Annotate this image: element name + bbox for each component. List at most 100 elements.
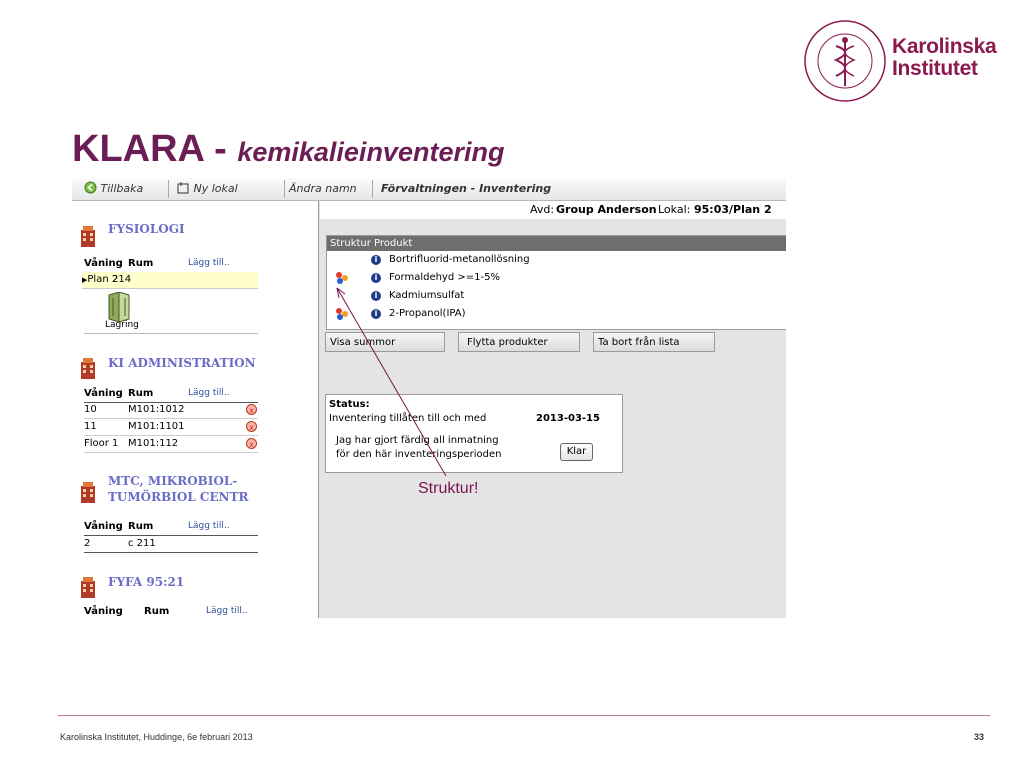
toolbar-divider [372,180,373,198]
show-sums-button[interactable]: Visa summor [325,332,445,352]
window-title: Förvaltningen - Inventering [381,182,552,195]
info-icon[interactable]: i [371,291,381,301]
col-floor: Våning [84,521,123,532]
row-room: M101:1101 [128,421,185,432]
row-room: c 211 [128,538,156,549]
logo-line-2: Institutet [892,57,978,80]
list-item[interactable]: i Formaldehyd >=1-5% [327,269,786,287]
section-ki-administration[interactable]: KI ADMINISTRATION [80,353,320,379]
karolinska-logo: Karolinska Institutet [800,16,1000,106]
list-item[interactable]: i 2-Propanol(IPA) [327,305,786,323]
done-button[interactable]: Klar [560,443,593,461]
structure-molecule-icon[interactable] [336,272,348,284]
row-floor: 2 [84,538,91,549]
location-label: Lokal: [658,203,691,216]
table-row[interactable]: 11 M101:1101 x [84,419,258,436]
row-room: M101:1012 [128,404,185,415]
status-box: Status: Inventering tillåten till och me… [325,394,623,473]
info-icon[interactable]: i [371,309,381,319]
list-header-label: Struktur Produkt [330,238,413,249]
product-name: Kadmiumsulfat [389,290,465,301]
section-fyfa[interactable]: FYFA 95:21 [80,572,320,598]
section-name: FYSIOLOGI [108,222,185,236]
product-name: 2-Propanol(IPA) [389,308,466,319]
back-arrow-icon [84,181,97,194]
row-room: M101:112 [128,438,179,449]
info-icon[interactable]: i [371,273,381,283]
column-header-row: Våning Rum Lägg till.. [84,388,258,403]
list-item[interactable]: i Kadmiumsulfat [327,287,786,305]
allowed-until-label: Inventering tillåten till och med [329,413,487,424]
section-mtc[interactable]: MTC, MIKROBIOL- TUMÖRBIOL CENTR [80,471,320,505]
toolbar: Tillbaka Ny lokal Ändra namn Förvaltning… [72,178,786,201]
section-fysiologi[interactable]: FYSIOLOGI [80,221,320,247]
delete-icon[interactable]: x [246,404,257,415]
row-floor: 10 [84,404,97,415]
info-icon[interactable]: i [371,255,381,265]
rename-button[interactable]: Ändra namn [289,178,357,200]
col-floor: Våning [84,388,123,399]
column-header-row: Våning Rum Lägg till.. [84,258,258,273]
col-room: Rum [128,521,154,532]
section-name-line-2: TUMÖRBIOL CENTR [108,490,249,504]
toolbar-divider [284,180,285,198]
col-floor: Våning [84,258,123,269]
row-room: 214 [112,274,132,285]
add-room-link[interactable]: Lägg till.. [206,606,248,616]
add-room-link[interactable]: Lägg till.. [188,388,230,398]
column-header-row: Våning Rum Lägg till.. [84,606,258,618]
dept-label: Avd: [530,203,555,216]
footer-divider [58,715,990,716]
col-room: Rum [144,606,170,617]
slide-title: KLARA - kemikalieinventering [72,128,504,171]
table-row[interactable]: 10 M101:1012 x [84,402,258,419]
row-floor: Floor 1 [84,438,119,449]
done-text-line-1: Jag har gjort färdig all inmatning [336,435,499,446]
structure-molecule-icon[interactable] [336,308,348,320]
footer-text: Karolinska Institutet, Huddinge, 6e febr… [60,732,253,742]
product-name: Bortrifluorid-metanollösning [389,254,530,265]
section-name-line-1: MTC, MIKROBIOL- [108,474,238,488]
table-row[interactable]: Floor 1 M101:112 x [84,436,258,453]
allowed-until-date: 2013-03-15 [536,413,600,424]
new-location-button[interactable]: Ny lokal [177,178,238,200]
delete-icon[interactable]: x [246,421,257,432]
storage-cabinet-icon[interactable] [106,292,132,322]
move-products-button[interactable]: Flytta produkter [458,332,580,352]
status-heading: Status: [329,399,370,410]
delete-icon[interactable]: x [246,438,257,449]
location-value: 95:03/Plan 2 [694,203,772,216]
back-button[interactable]: Tillbaka [84,178,143,200]
building-icon [81,226,95,247]
ki-seal-icon [804,20,886,102]
page-number: 33 [974,732,985,742]
slide-title-sub: kemikalieinventering [237,137,505,167]
building-icon [81,482,95,503]
logo-line-1: Karolinska [892,35,997,58]
storage-label: Lagring [105,320,139,330]
new-location-label: Ny lokal [193,182,238,195]
product-list: Struktur Produkt i Bortrifluorid-metanol… [326,235,786,330]
table-row[interactable]: 2 c 211 [84,536,258,553]
product-name: Formaldehyd >=1-5% [389,272,500,283]
building-icon [81,358,95,379]
add-room-link[interactable]: Lägg till.. [188,258,230,268]
col-room: Rum [128,258,154,269]
remove-from-list-button[interactable]: Ta bort från lista [593,332,715,352]
inventory-panel: Avd: Group Anderson Lokal: 95:03/Plan 2 … [320,201,786,618]
new-door-icon [177,182,189,194]
column-header-row: Våning Rum Lägg till.. [84,521,258,536]
add-room-link[interactable]: Lägg till.. [188,521,230,531]
done-text-line-2: för den här inventeringsperioden [336,449,502,460]
col-room: Rum [128,388,154,399]
rename-label: Ändra namn [289,182,357,195]
col-floor: Våning [84,606,123,617]
list-item[interactable]: i Bortrifluorid-metanollösning [327,251,786,269]
structure-annotation: Struktur! [418,480,479,497]
location-info-bar: Avd: Group Anderson Lokal: 95:03/Plan 2 [320,201,786,219]
toolbar-divider [168,180,169,198]
dept-value: Group Anderson [556,203,657,216]
slide-title-main: KLARA - [72,128,238,170]
storage-block: Lagring [84,288,258,334]
table-row[interactable]: ▶Plan 2 214 [82,272,258,289]
